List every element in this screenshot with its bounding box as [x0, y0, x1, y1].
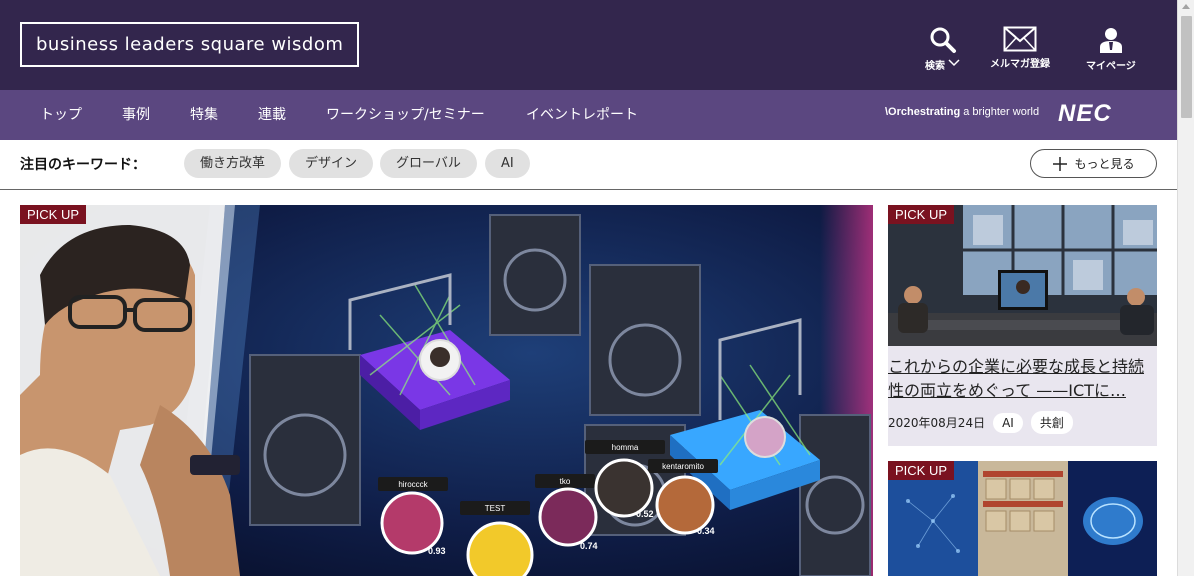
- avatar-score: 0.93: [428, 546, 446, 556]
- user-icon: [1099, 28, 1122, 53]
- avatar-name: TEST: [485, 504, 506, 513]
- more-label: もっと見る: [1074, 157, 1135, 171]
- keywords-label: 注目のキーワード：: [20, 157, 146, 173]
- avatar-score: 0.34: [697, 526, 715, 536]
- nav-item-cases[interactable]: 事例: [122, 90, 150, 140]
- article-thumbnail: PICK UP: [888, 461, 1157, 576]
- article-card[interactable]: PICK UP これからの企業に必要な成長と持続性の両立をめぐって ——ICTに…: [888, 205, 1157, 446]
- scroll-up-arrow-icon[interactable]: [1182, 4, 1190, 9]
- search-label: 検索: [925, 61, 945, 72]
- hero-image: hiroccck TEST tko homma kentaromito 0.93…: [20, 205, 873, 576]
- mypage-label: マイページ: [1086, 61, 1136, 72]
- tagline-bold: \Orchestrating: [885, 106, 961, 118]
- site-logo[interactable]: business leaders square wisdom: [20, 22, 359, 67]
- pickup-badge: PICK UP: [888, 461, 955, 480]
- nav-item-features[interactable]: 特集: [190, 90, 218, 140]
- article-card[interactable]: PICK UP: [888, 461, 1157, 576]
- article-tag[interactable]: AI: [993, 412, 1023, 433]
- chevron-down-icon: [948, 59, 960, 67]
- nec-logo[interactable]: NEC: [1058, 100, 1112, 128]
- mypage-button[interactable]: マイページ: [1086, 26, 1136, 72]
- pickup-badge: PICK UP: [20, 205, 87, 224]
- keyword-chip[interactable]: グローバル: [380, 149, 477, 178]
- nav-item-series[interactable]: 連載: [258, 90, 286, 140]
- newsletter-label: メルマガ登録: [990, 59, 1050, 70]
- divider: [0, 189, 1177, 190]
- article-tag[interactable]: 共創: [1030, 411, 1073, 434]
- avatar-name: hiroccck: [398, 480, 428, 489]
- article-title[interactable]: これからの企業に必要な成長と持続性の両立をめぐって ——ICTに…: [888, 355, 1157, 403]
- article-thumbnail: PICK UP: [888, 205, 1157, 346]
- more-keywords-button[interactable]: もっと見る: [1030, 149, 1157, 178]
- search-icon: [930, 27, 956, 53]
- plus-icon: [1053, 156, 1068, 171]
- search-button[interactable]: 検索: [925, 26, 960, 72]
- scroll-thumb[interactable]: [1181, 16, 1192, 118]
- avatar-name: tko: [560, 477, 571, 486]
- page: business leaders square wisdom 検索 メルマガ登録: [0, 0, 1194, 576]
- keyword-chip[interactable]: 働き方改革: [184, 149, 282, 178]
- newsletter-button[interactable]: メルマガ登録: [990, 26, 1050, 70]
- mail-icon: [1003, 26, 1037, 52]
- article-meta: 2020年08月24日 AI 共創: [888, 411, 1073, 434]
- avatar-name: homma: [612, 443, 639, 452]
- hero-article[interactable]: PICK UP hiroccck TEST tko homma kentarom…: [20, 205, 873, 576]
- pickup-badge: PICK UP: [888, 205, 955, 224]
- nec-tagline: \Orchestrating a brighter world: [885, 106, 1039, 118]
- vertical-scrollbar[interactable]: [1177, 0, 1194, 576]
- nav-item-top[interactable]: トップ: [40, 90, 82, 140]
- nav-item-workshop[interactable]: ワークショップ/セミナー: [326, 90, 485, 140]
- site-header: business leaders square wisdom 検索 メルマガ登録: [0, 0, 1177, 90]
- keyword-chip[interactable]: AI: [485, 149, 530, 178]
- avatar-name: kentaromito: [662, 462, 704, 471]
- article-date: 2020年08月24日: [888, 416, 986, 430]
- avatar-score: 0.74: [580, 541, 598, 551]
- avatar-score: 0.52: [636, 509, 654, 519]
- nav-item-event-report[interactable]: イベントレポート: [526, 90, 638, 140]
- keyword-chip[interactable]: デザイン: [289, 149, 374, 178]
- tagline-rest: a brighter world: [960, 106, 1040, 118]
